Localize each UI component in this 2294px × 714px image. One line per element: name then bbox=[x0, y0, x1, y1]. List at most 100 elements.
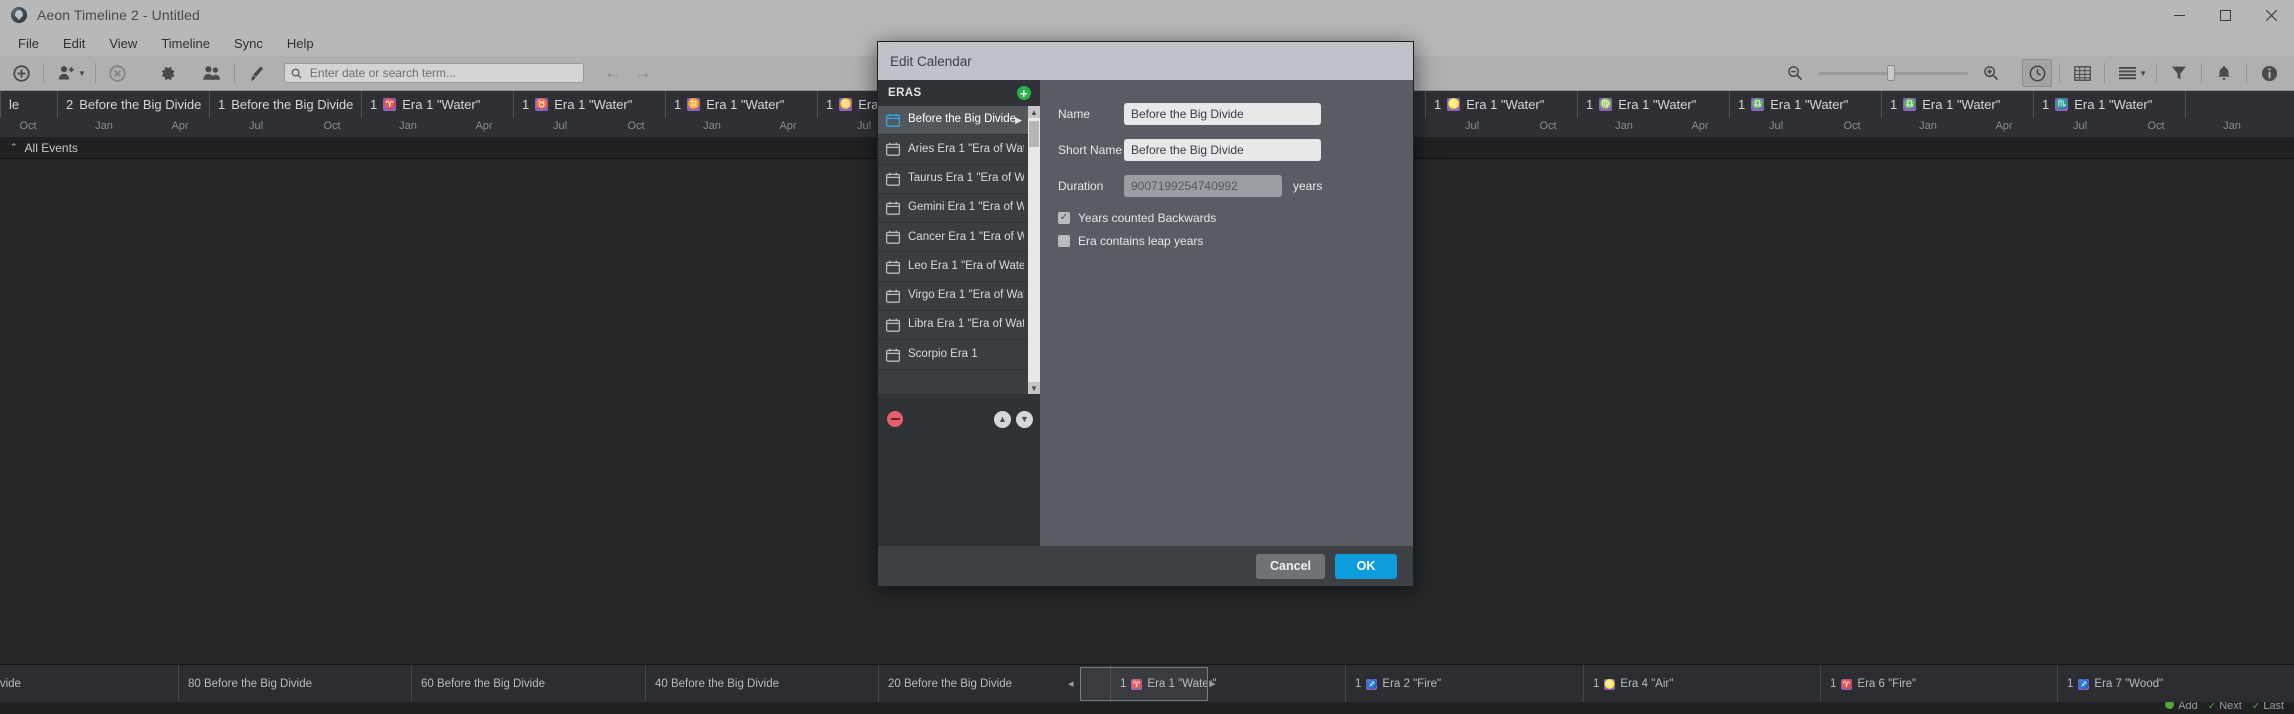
filter-button[interactable] bbox=[2164, 59, 2194, 87]
scrollbar-thumb[interactable] bbox=[1029, 121, 1039, 147]
search-box[interactable] bbox=[283, 63, 584, 83]
zodiac-icon: ♍ bbox=[1599, 98, 1613, 111]
era-list-item[interactable]: Leo Era 1 "Era of Water" bbox=[878, 252, 1028, 282]
years-backwards-checkbox[interactable]: ✓ bbox=[1058, 212, 1070, 224]
nav-back-button[interactable]: ← bbox=[598, 59, 628, 87]
viewport-left-handle[interactable]: ◂ bbox=[1068, 677, 1074, 690]
dialog-body: ERAS + Before the Big Divide ▶ Aries Era 1… bbox=[878, 80, 1413, 546]
status-last[interactable]: ✓ Last bbox=[2252, 702, 2284, 712]
overview-viewport-selector[interactable] bbox=[1080, 667, 1208, 701]
settings-button[interactable] bbox=[153, 59, 183, 87]
era-list-item[interactable]: Virgo Era 1 "Era of Water" bbox=[878, 282, 1028, 312]
people-button[interactable] bbox=[197, 59, 227, 87]
ruler-era-cell[interactable]: 1 ♌ Era 1 "Water" bbox=[1425, 91, 1577, 118]
era-list-item[interactable]: Gemini Era 1 "Era of Water" bbox=[878, 194, 1028, 224]
menu-edit[interactable]: Edit bbox=[51, 33, 97, 54]
ruler-era-cell[interactable]: 1 ♎ Era 1 "Water" bbox=[1881, 91, 2033, 118]
ruler-era-cell[interactable]: le bbox=[0, 91, 57, 118]
overview-cell[interactable]: 1 ♈ Era 6 "Fire" bbox=[1820, 665, 2054, 702]
calendar-icon bbox=[885, 201, 901, 215]
cancel-button[interactable]: Cancel bbox=[1256, 553, 1325, 579]
ok-button[interactable]: OK bbox=[1335, 553, 1397, 579]
leap-years-row[interactable]: Era contains leap years bbox=[1058, 234, 1393, 248]
era-number: 2 bbox=[66, 97, 74, 112]
overview-cell[interactable]: 40 Before the Big Divide bbox=[645, 665, 879, 702]
nav-forward-button[interactable]: → bbox=[628, 59, 658, 87]
zoom-slider[interactable] bbox=[1818, 63, 1969, 83]
overview-cell[interactable]: 1 ♐ Era 7 "Wood" bbox=[2057, 665, 2291, 702]
delete-button[interactable] bbox=[103, 59, 133, 87]
era-list-item[interactable]: Before the Big Divide ▶ bbox=[878, 106, 1028, 136]
collapse-chevron-icon[interactable]: ⌃ bbox=[10, 142, 18, 153]
status-add[interactable]: Add bbox=[2165, 702, 2198, 712]
years-backwards-row[interactable]: ✓ Years counted Backwards bbox=[1058, 211, 1393, 225]
menu-help[interactable]: Help bbox=[275, 33, 326, 54]
scroll-up-icon[interactable]: ▲ bbox=[1028, 106, 1040, 118]
overview-cell[interactable]: 80 Before the Big Divide bbox=[178, 665, 412, 702]
outline-view-caret-icon[interactable]: ▼ bbox=[2139, 69, 2147, 78]
month-tick-label: Jul bbox=[2072, 120, 2088, 132]
overview-cell[interactable]: 1 ♌ Era 4 "Air" bbox=[1583, 665, 1817, 702]
ruler-era-cell[interactable]: 1 ♉ Era 1 "Water" bbox=[513, 91, 665, 118]
ruler-era-cell[interactable] bbox=[2185, 91, 2294, 118]
ruler-era-cell[interactable]: 2 Before the Big Divide bbox=[57, 91, 209, 118]
timeline-overview[interactable]: the Big Divide 80 Before the Big Divide 60… bbox=[0, 664, 2294, 702]
menu-sync[interactable]: Sync bbox=[222, 33, 275, 54]
duration-input[interactable] bbox=[1124, 175, 1282, 197]
ruler-era-cell[interactable]: 1 ♎ Era 1 "Water" bbox=[1729, 91, 1881, 118]
add-era-button[interactable]: + bbox=[1017, 86, 1031, 100]
era-list-item[interactable]: Cancer Era 1 "Era of Water" bbox=[878, 223, 1028, 253]
close-button[interactable] bbox=[2248, 0, 2294, 30]
add-event-button[interactable] bbox=[6, 59, 36, 87]
last-check-icon: ✓ bbox=[2251, 702, 2261, 712]
eras-list-scrollbar[interactable]: ▲ ▼ bbox=[1028, 106, 1040, 394]
menu-file[interactable]: File bbox=[6, 33, 51, 54]
viewport-right-handle[interactable]: ▸ bbox=[1210, 677, 1216, 690]
status-next[interactable]: ✓ Next bbox=[2208, 702, 2242, 712]
ruler-era-cell[interactable]: 1 ♍ Era 1 "Water" bbox=[1577, 91, 1729, 118]
info-button[interactable] bbox=[2254, 59, 2284, 87]
zodiac-icon: ♎ bbox=[1751, 98, 1765, 111]
overview-cell-label: the Big Divide bbox=[0, 678, 21, 690]
notifications-button[interactable] bbox=[2209, 59, 2239, 87]
move-era-up-button[interactable]: ▲ bbox=[994, 410, 1011, 428]
spreadsheet-view-button[interactable] bbox=[2067, 59, 2097, 87]
ruler-era-cell[interactable]: 1 ♈ Era 1 "Water" bbox=[361, 91, 513, 118]
overview-cell[interactable]: the Big Divide bbox=[0, 665, 174, 702]
timeline-view-button[interactable] bbox=[2022, 59, 2053, 87]
era-list-item[interactable]: Aries Era 1 "Era of Water" bbox=[878, 135, 1028, 165]
era-expand-arrow-icon[interactable]: ▶ bbox=[1015, 115, 1022, 126]
zoom-in-button[interactable] bbox=[1976, 59, 2006, 87]
overview-era-number: 1 bbox=[1355, 678, 1362, 690]
ruler-era-cell[interactable]: 1 Before the Big Divide bbox=[209, 91, 361, 118]
overview-cell-label: Era 2 "Fire" bbox=[1382, 678, 1442, 690]
remove-era-button[interactable] bbox=[887, 411, 903, 427]
era-list-item-label: Cancer Era 1 "Era of Water" bbox=[908, 230, 1024, 243]
ruler-era-cell[interactable]: 1 ♊ Era 1 "Water" bbox=[665, 91, 817, 118]
short-name-input[interactable] bbox=[1124, 139, 1321, 161]
era-list-item[interactable]: Libra Era 1 "Era of Water" bbox=[878, 311, 1028, 341]
overview-cell[interactable]: 60 Before the Big Divide bbox=[411, 665, 645, 702]
scroll-down-icon[interactable]: ▼ bbox=[1028, 382, 1040, 394]
add-person-button[interactable] bbox=[51, 59, 81, 87]
paintbrush-button[interactable] bbox=[242, 59, 272, 87]
menu-view[interactable]: View bbox=[97, 33, 149, 54]
ruler-era-cell[interactable]: 1 ♏ Era 1 "Water" bbox=[2033, 91, 2185, 118]
name-input[interactable] bbox=[1124, 103, 1321, 125]
add-person-caret-icon[interactable]: ▼ bbox=[78, 69, 86, 78]
zodiac-icon: ♎ bbox=[1903, 98, 1917, 111]
minimize-button[interactable] bbox=[2156, 0, 2202, 30]
search-input[interactable] bbox=[307, 65, 577, 81]
zoom-out-button[interactable] bbox=[1780, 59, 1810, 87]
move-era-down-button[interactable]: ▼ bbox=[1016, 410, 1033, 428]
menu-timeline[interactable]: Timeline bbox=[149, 33, 222, 54]
eras-list[interactable]: Before the Big Divide ▶ Aries Era 1 "Era o… bbox=[878, 106, 1028, 394]
overview-cell[interactable]: 20 Before the Big Divide bbox=[878, 665, 1112, 702]
zoom-thumb[interactable] bbox=[1887, 65, 1896, 81]
overview-cell[interactable]: 1 ♐ Era 2 "Fire" bbox=[1345, 665, 1579, 702]
outline-view-button[interactable] bbox=[2112, 59, 2142, 87]
maximize-button[interactable] bbox=[2202, 0, 2248, 30]
leap-years-checkbox[interactable] bbox=[1058, 235, 1070, 247]
era-list-item[interactable]: Taurus Era 1 "Era of Water" bbox=[878, 165, 1028, 194]
era-list-item[interactable]: Scorpio Era 1 bbox=[878, 340, 1028, 370]
